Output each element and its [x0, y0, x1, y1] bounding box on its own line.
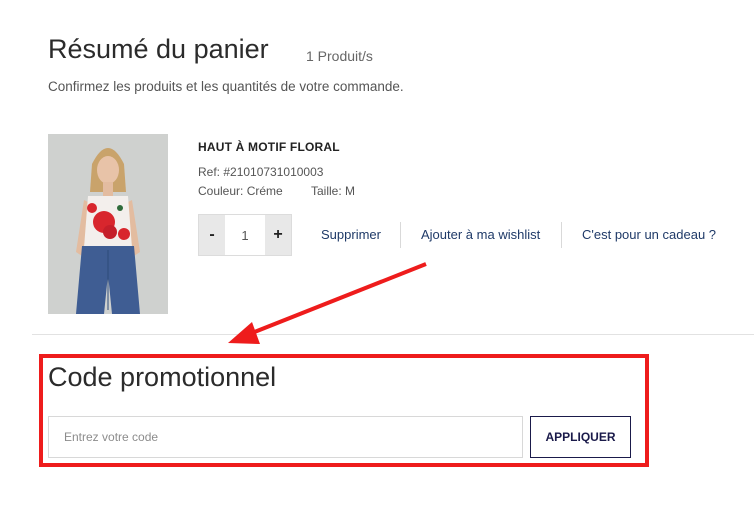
- section-divider: [32, 334, 754, 335]
- promo-code-input[interactable]: [48, 416, 523, 458]
- product-count: 1 Produit/s: [306, 48, 373, 64]
- product-ref: Ref: #21010731010003: [198, 165, 324, 179]
- cart-title: Résumé du panier: [48, 34, 269, 64]
- quantity-value[interactable]: 1: [225, 215, 265, 255]
- product-size: Taille: M: [311, 184, 356, 198]
- action-divider: [400, 222, 401, 248]
- product-image[interactable]: [48, 134, 168, 314]
- remove-link[interactable]: Supprimer: [321, 227, 381, 242]
- wishlist-link[interactable]: Ajouter à ma wishlist: [421, 227, 540, 242]
- product-name[interactable]: HAUT À MOTIF FLORAL: [198, 140, 340, 154]
- gift-link[interactable]: C'est pour un cadeau ?: [582, 227, 716, 242]
- decrease-quantity-button[interactable]: -: [199, 215, 225, 255]
- promo-title: Code promotionnel: [48, 362, 277, 392]
- quantity-stepper: - 1 +: [198, 214, 292, 256]
- action-divider: [561, 222, 562, 248]
- product-color: Couleur: Créme: [198, 184, 283, 198]
- apply-promo-button[interactable]: APPLIQUER: [530, 416, 631, 458]
- cart-subtitle: Confirmez les produits et les quantités …: [48, 79, 404, 94]
- increase-quantity-button[interactable]: +: [265, 215, 291, 255]
- model-photo: [48, 134, 168, 314]
